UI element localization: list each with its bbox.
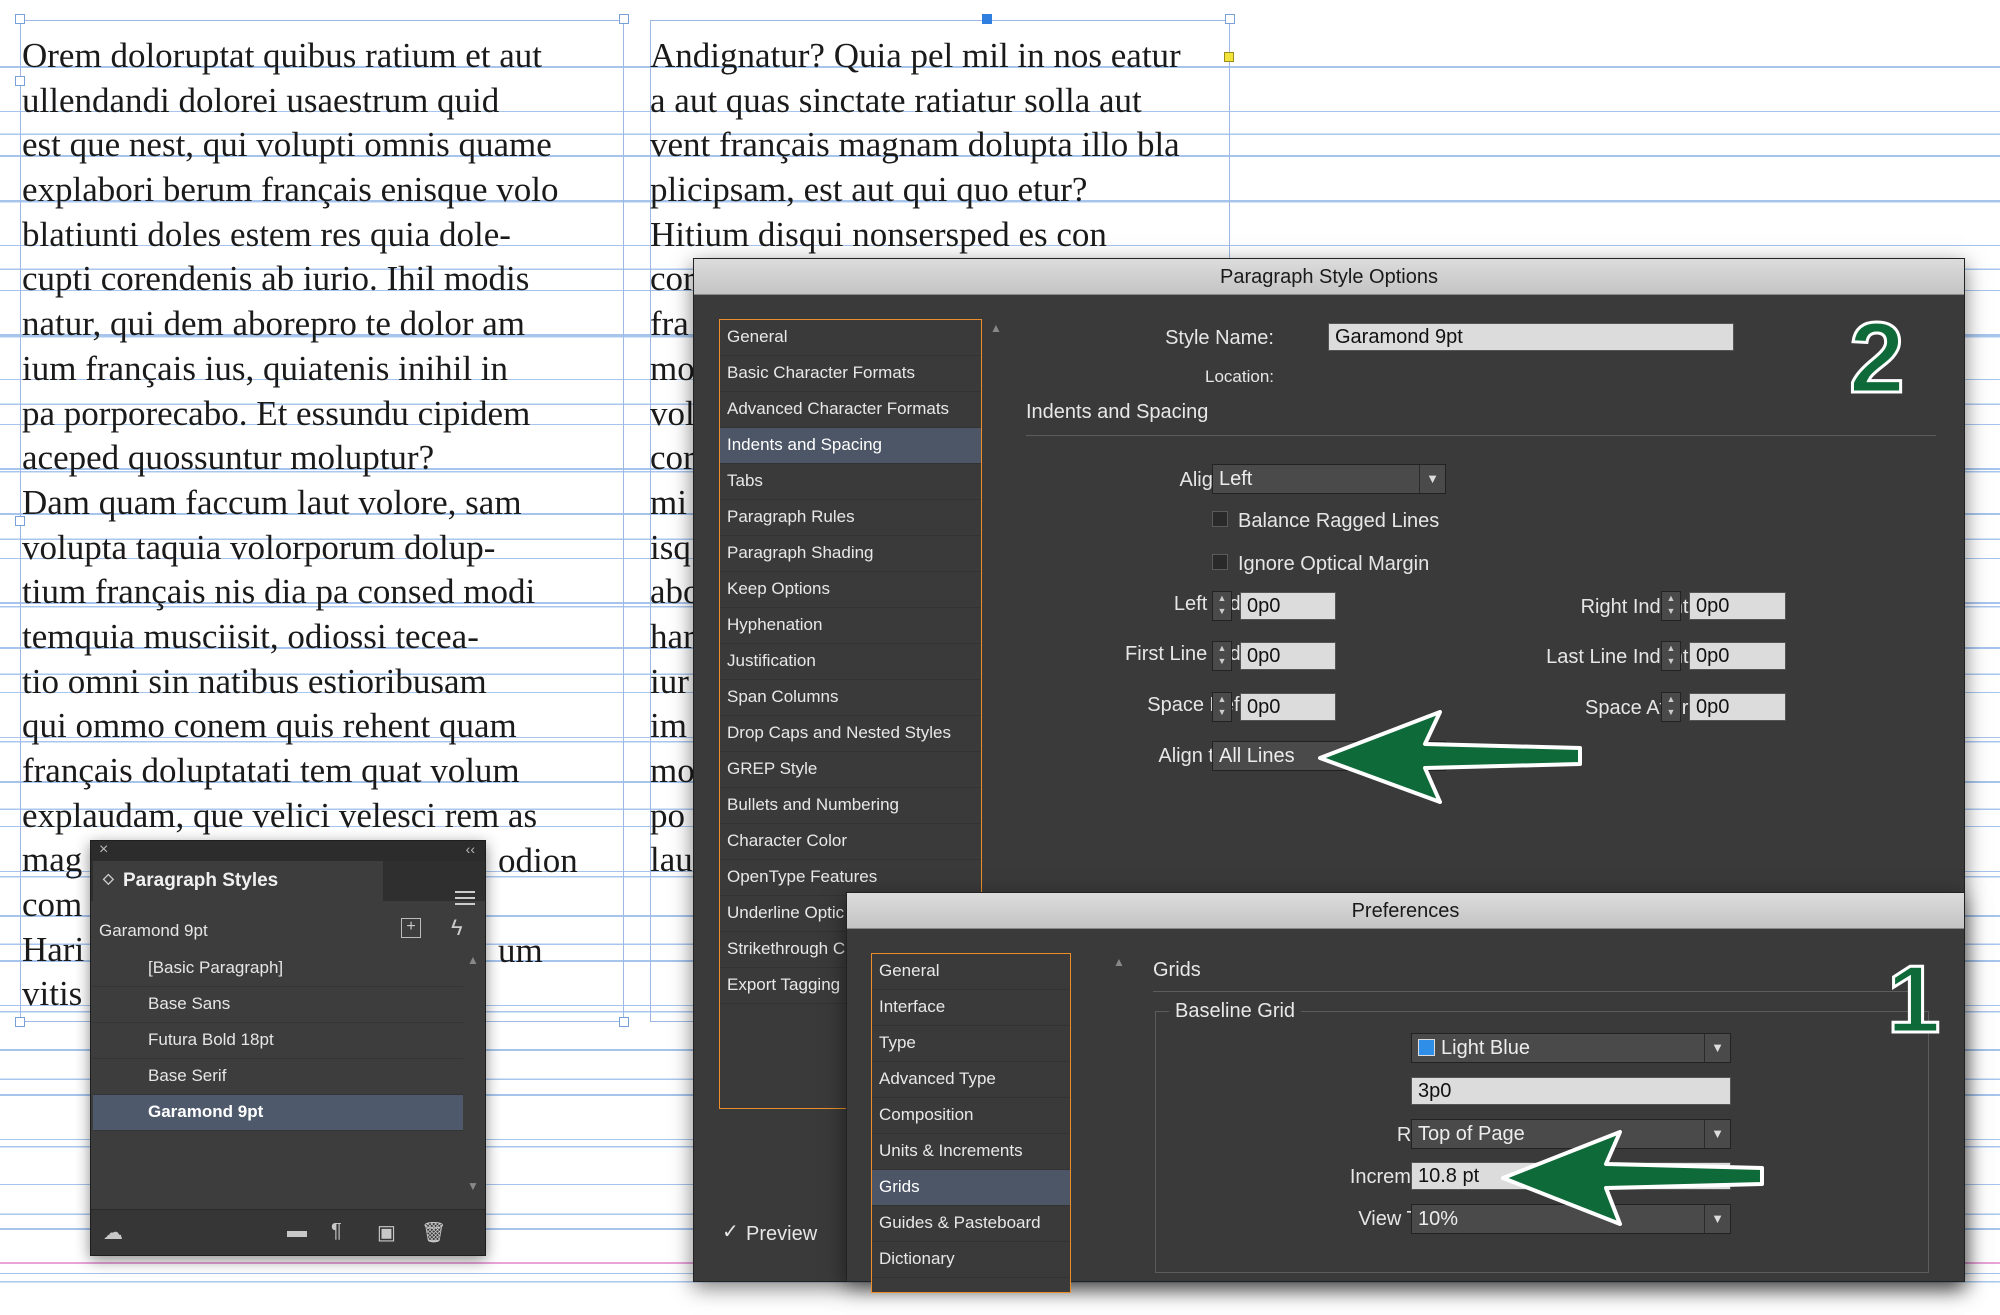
arrow-increment-every (1501, 1130, 1764, 1226)
trash-icon[interactable]: 🗑 (421, 1220, 446, 1245)
current-style-label: Garamond 9pt (99, 921, 208, 940)
cloud-library-icon[interactable]: ☁ (103, 1220, 123, 1245)
lightning-icon[interactable]: ϟ (451, 915, 463, 941)
close-icon[interactable]: × (99, 841, 108, 859)
style-list-item[interactable]: Futura Bold 18pt (93, 1023, 463, 1059)
clear-overrides-icon[interactable]: ¶ (331, 1220, 342, 1243)
paragraph-styles-panel: × ‹‹ ◇ Paragraph Styles Garamond 9pt + ϟ… (90, 840, 486, 1256)
panel-tabbar: ◇ Paragraph Styles (91, 861, 485, 905)
style-list-item[interactable]: Garamond 9pt (93, 1095, 463, 1131)
updown-arrow-icon: ◇ (103, 870, 114, 886)
scroll-down-icon[interactable]: ▼ (467, 1179, 479, 1193)
arrow-align-to-grid (1318, 710, 1582, 804)
new-style-icon[interactable]: ▣ (377, 1220, 396, 1245)
tab-label: Paragraph Styles (123, 870, 279, 891)
collapse-icon[interactable]: ‹‹ (466, 841, 475, 857)
panel-menu-icon[interactable] (455, 891, 475, 909)
style-list-item[interactable]: [Basic Paragraph] (93, 951, 463, 987)
folder-icon[interactable]: ▬ (287, 1220, 307, 1243)
tab-paragraph-styles[interactable]: ◇ Paragraph Styles (93, 861, 383, 901)
styles-list: [Basic Paragraph] Base Sans Futura Bold 18… (93, 951, 463, 1131)
panel-bottom-bar: ☁ ▬ ¶ ▣ 🗑 (91, 1209, 485, 1255)
new-style-group-icon[interactable]: + (401, 918, 421, 938)
style-list-item[interactable]: Base Serif (93, 1059, 463, 1095)
style-list-item[interactable]: Base Sans (93, 987, 463, 1023)
scrollbar[interactable]: ▲ ▼ (465, 953, 479, 1193)
panel-topbar: × ‹‹ (91, 841, 485, 861)
scroll-up-icon[interactable]: ▲ (467, 953, 479, 967)
